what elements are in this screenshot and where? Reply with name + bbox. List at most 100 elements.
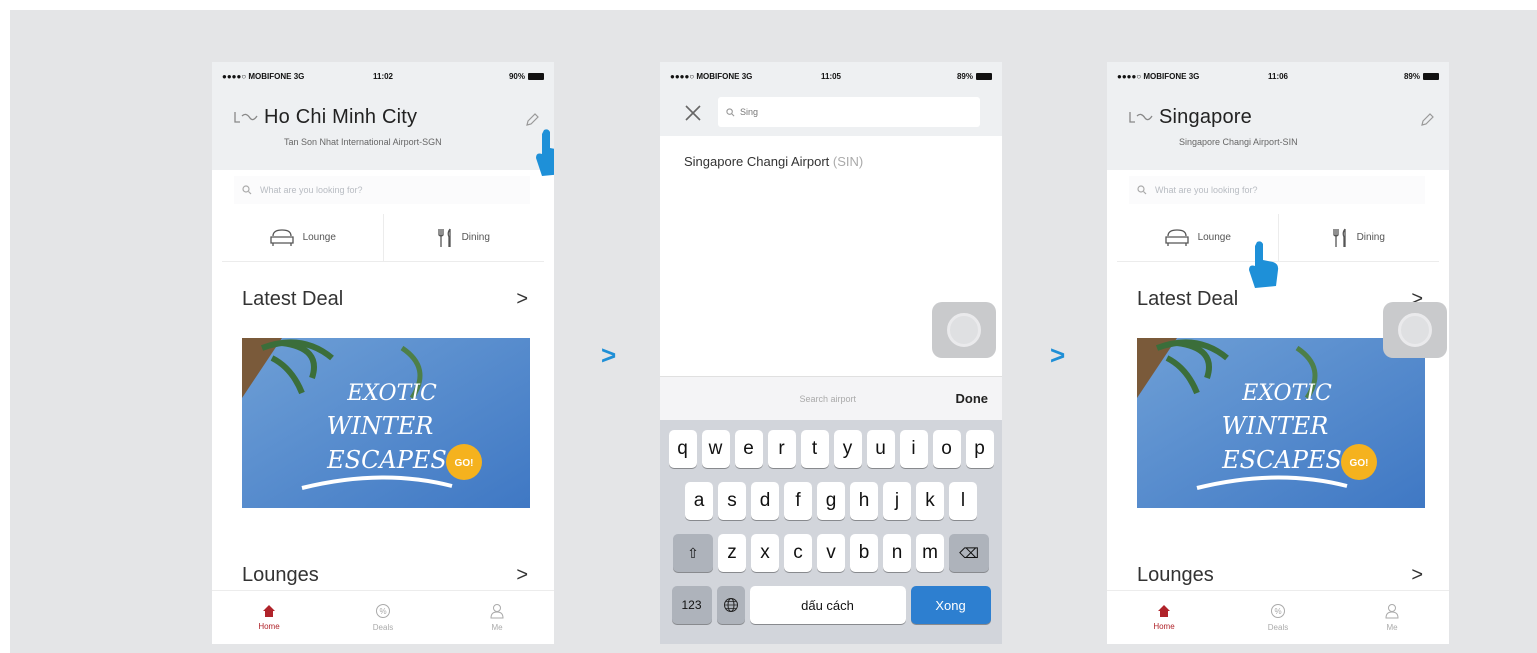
tab-label: Deals [372,623,394,632]
search-bar[interactable]: What are you looking for? [1129,176,1425,204]
globe-key-icon[interactable] [716,586,745,624]
battery-percent: 89% [956,71,973,81]
carrier-label: ●●●●○ MOBIFONE 3G [670,71,753,81]
pencil-icon[interactable] [1419,112,1435,128]
search-bar[interactable]: What are you looking for? [234,176,530,204]
key[interactable]: i [899,430,928,468]
banner-line3: ESCAPES [1221,446,1342,474]
category-label: Dining [1356,232,1385,243]
tap-pointer-icon [536,129,554,176]
airport-search-input[interactable]: Sing [718,97,980,127]
backspace-key-icon[interactable]: ⌫ [949,534,989,572]
lounges-heading: Lounges [1137,564,1214,586]
key[interactable]: m [916,534,944,572]
numbers-key[interactable]: 123 [671,586,712,624]
key[interactable]: j [883,482,911,520]
chevron-right-icon[interactable]: > [1411,564,1423,587]
close-icon[interactable] [678,98,708,128]
go-key[interactable]: Xong [910,586,991,624]
banner-line2: WINTER [1222,412,1329,440]
person-icon [1385,604,1399,619]
category-dining[interactable]: Dining [1279,214,1440,261]
search-placeholder: What are you looking for? [1155,185,1258,195]
key[interactable]: q [668,430,697,468]
key[interactable]: a [685,482,713,520]
carrier-label: ●●●●○ MOBIFONE 3G [1117,71,1200,81]
city-name: Singapore [1159,106,1252,128]
location-header[interactable]: Singapore Singapore Changi Airport-SIN [1107,90,1449,170]
key[interactable]: l [949,482,977,520]
key[interactable]: k [916,482,944,520]
tap-pointer-icon [1249,241,1279,288]
tab-deals[interactable]: % Deals [326,591,440,644]
tab-home[interactable]: Home [212,591,326,644]
battery-icon [976,72,992,80]
key[interactable]: f [784,482,812,520]
chevron-right-icon[interactable]: > [516,564,528,587]
key[interactable]: c [784,534,812,572]
tab-label: Deals [1267,623,1289,632]
keyboard-placeholder: Search airport [799,393,857,404]
key[interactable]: b [850,534,878,572]
key[interactable]: w [701,430,730,468]
category-lounge[interactable]: Lounge [222,214,384,261]
pencil-icon[interactable] [524,112,540,128]
keyboard-row-1: q w e r t y u i o p [663,430,999,468]
key[interactable]: h [850,482,878,520]
status-bar: ●●●●○ MOBIFONE 3G 11:06 89% [1107,62,1449,90]
done-button[interactable]: Done [956,391,1003,406]
space-key[interactable]: dấu cách [749,586,906,624]
key[interactable]: r [767,430,796,468]
key[interactable]: g [817,482,845,520]
assistive-touch-button[interactable] [1383,302,1447,358]
chevron-right-icon[interactable]: > [516,288,528,311]
banner-line1: EXOTIC [346,381,437,406]
key[interactable]: o [932,430,961,468]
deal-banner[interactable]: EXOTIC WINTER ESCAPES GO! [1137,338,1425,508]
battery-icon [528,72,544,80]
tab-bar: Home % Deals Me [212,590,554,644]
result-airport-name: Singapore Changi Airport [684,154,830,169]
shift-key-icon[interactable]: ⇧ [673,534,713,572]
key[interactable]: d [751,482,779,520]
tab-me[interactable]: Me [440,591,554,644]
airport-name: Tan Son Nhat International Airport-SGN [284,137,442,147]
latest-deal-heading: Latest Deal [242,288,344,310]
keyboard-row-4: 123 dấu cách Xong [663,586,999,624]
tab-deals[interactable]: % Deals [1221,591,1335,644]
key[interactable]: v [817,534,845,572]
deal-banner[interactable]: EXOTIC WINTER ESCAPES GO! [242,338,530,508]
key[interactable]: n [883,534,911,572]
tab-label: Me [1386,623,1398,632]
cutlery-icon [437,228,451,247]
key[interactable]: u [866,430,895,468]
battery-percent: 90% [508,71,525,81]
key[interactable]: t [800,430,829,468]
search-placeholder: What are you looking for? [260,185,363,195]
location-header[interactable]: Ho Chi Minh City Tan Son Nhat Internatio… [212,90,554,170]
banner-line2: WINTER [327,412,434,440]
key[interactable]: p [965,430,994,468]
category-dining[interactable]: Dining [384,214,545,261]
tab-label: Home [258,622,280,631]
banner-artwork: EXOTIC WINTER ESCAPES GO! [242,338,530,508]
key[interactable]: y [833,430,862,468]
carrier-label: ●●●●○ MOBIFONE 3G [222,71,305,81]
tab-home[interactable]: Home [1107,591,1221,644]
status-bar: ●●●●○ MOBIFONE 3G 11:05 89% [660,62,1002,90]
assistive-touch-button[interactable] [932,302,996,358]
search-result-item[interactable]: Singapore Changi Airport (SIN) [684,154,863,169]
key[interactable]: x [751,534,779,572]
key[interactable]: s [718,482,746,520]
keyboard-row-3: ⇧ z x c v b n m ⌫ [663,534,999,572]
key[interactable]: z [718,534,746,572]
tab-label: Me [491,623,503,632]
sofa-icon [269,228,294,246]
search-header: Sing [660,90,1002,136]
status-bar: ●●●●○ MOBIFONE 3G 11:02 90% [212,62,554,90]
key[interactable]: e [734,430,763,468]
tab-me[interactable]: Me [1335,591,1449,644]
sofa-icon [1164,228,1189,246]
search-icon [726,107,735,116]
banner-line3: ESCAPES [326,446,447,474]
